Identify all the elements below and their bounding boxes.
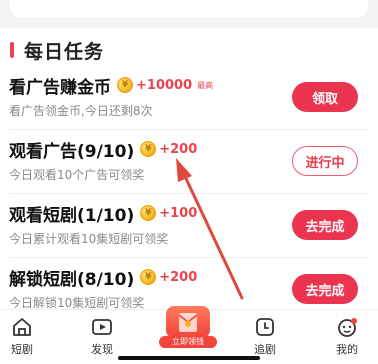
gold-coin-icon: ¥: [117, 77, 133, 93]
task-title-row: 解锁短剧(8/10) ¥ +200: [9, 266, 198, 290]
task-description: 今日累计观看10集短剧可领奖: [9, 232, 169, 246]
section-title: 每日任务: [24, 40, 105, 63]
task-title: 观看广告(9/10): [9, 141, 135, 162]
task-title-row: 看广告赚金币 ¥ +10000 最高: [9, 74, 214, 98]
max-tag: 最高: [197, 80, 214, 90]
bookmark-icon: [256, 318, 274, 336]
task-title: 解锁短剧(8/10): [9, 269, 135, 290]
tab-label: 发现: [91, 343, 113, 356]
task-reward: +100: [159, 205, 198, 221]
daily-tasks-card: 每日任务 看广告赚金币 ¥ +10000 最高 看广告领金币,今日还剩8次 领取…: [0, 28, 378, 310]
gold-coin-icon: ¥: [140, 141, 157, 157]
task-description: 今日观看10个广告可领奖: [9, 168, 145, 182]
in-progress-button[interactable]: 进行中: [292, 146, 358, 176]
tab-short-drama[interactable]: 短剧: [0, 310, 52, 364]
section-header: 每日任务: [10, 38, 105, 63]
task-reward: +10000: [136, 77, 193, 93]
top-card-remnant: [10, 0, 368, 18]
center-tab-label: 立即领钱: [159, 336, 217, 348]
task-description: 看广告领金币,今日还剩8次: [9, 104, 153, 118]
tab-label: 短剧: [11, 343, 33, 356]
task-title-row: 观看广告(9/10) ¥ +200: [9, 138, 198, 162]
section-accent-bar: [10, 42, 14, 58]
task-title: 看广告赚金币: [9, 77, 111, 98]
red-envelope-icon: [166, 306, 210, 338]
task-reward: +200: [159, 269, 198, 285]
home-indicator: [118, 356, 260, 360]
task-row: 看广告赚金币 ¥ +10000 最高 看广告领金币,今日还剩8次 领取: [0, 66, 378, 130]
tab-label: 追剧: [254, 343, 276, 356]
profile-icon: [338, 318, 357, 337]
claim-button[interactable]: 领取: [292, 82, 358, 112]
bottom-tab-bar: 短剧 发现 立即领钱 追剧 我的: [0, 306, 378, 364]
task-title: 观看短剧(1/10): [9, 205, 135, 226]
task-reward: +200: [159, 141, 198, 157]
task-title-row: 观看短剧(1/10) ¥ +100: [9, 202, 198, 226]
task-row: 观看短剧(1/10) ¥ +100 今日累计观看10集短剧可领奖 去完成: [0, 194, 378, 258]
go-complete-button[interactable]: 去完成: [292, 274, 358, 304]
go-complete-button[interactable]: 去完成: [292, 210, 358, 240]
tab-mine[interactable]: 我的: [317, 310, 377, 364]
play-icon: [92, 319, 112, 335]
task-row: 观看广告(9/10) ¥ +200 今日观看10个广告可领奖 进行中: [0, 130, 378, 194]
tab-earn-now[interactable]: 立即领钱: [158, 306, 218, 354]
gold-coin-icon: ¥: [140, 205, 157, 221]
gold-coin-icon: ¥: [140, 269, 157, 285]
home-icon: [13, 318, 31, 336]
tab-label: 我的: [336, 343, 358, 356]
